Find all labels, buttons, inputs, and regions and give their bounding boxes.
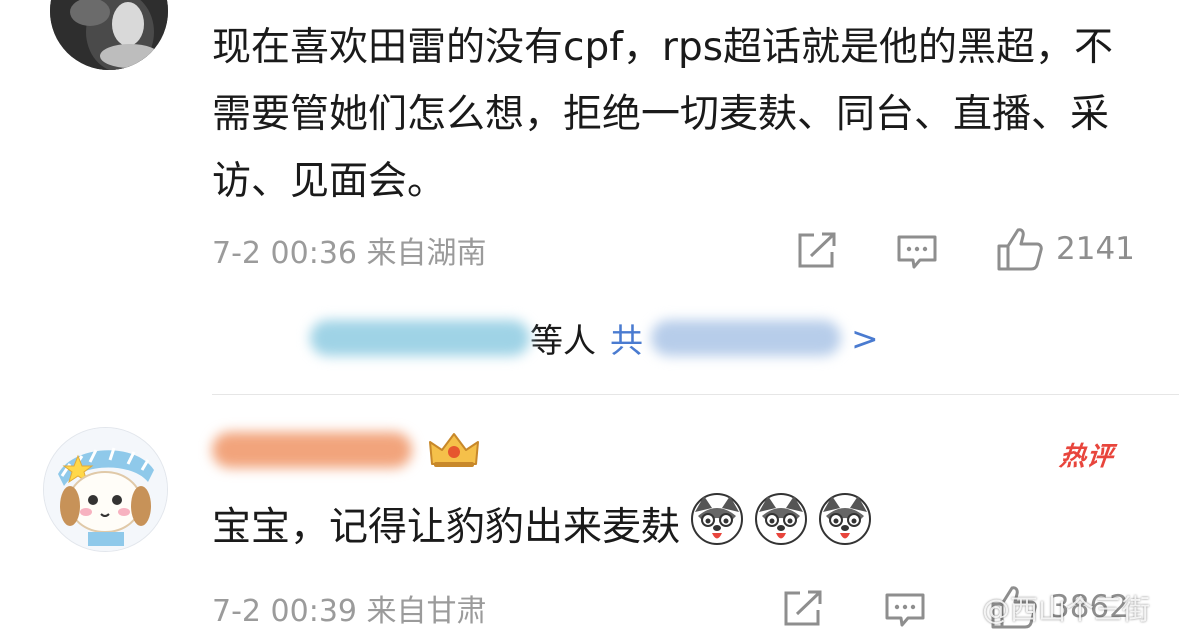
- replies-share-text: 共: [610, 321, 643, 360]
- replies-mid-text: 等人: [530, 321, 596, 360]
- hot-comment-badge: 热评: [1058, 442, 1116, 472]
- watermark: @西山个三街: [944, 588, 1150, 628]
- divider: [212, 394, 1179, 395]
- husky-emoji-icon: [754, 492, 808, 567]
- comment-button[interactable]: [896, 234, 938, 270]
- comment-text: 宝宝，记得让豹豹出来麦麸: [212, 505, 681, 550]
- blurred-reply-count: [651, 320, 841, 356]
- avatar[interactable]: [43, 427, 168, 552]
- like-count: 2141: [1056, 231, 1135, 267]
- husky-emoji-icon: [690, 492, 744, 567]
- comment-meta: 7-2 00:36 来自湖南: [212, 236, 487, 271]
- username-row[interactable]: [212, 430, 482, 470]
- crown-badge-icon: [429, 433, 479, 467]
- comment-meta: 7-2 00:39 来自甘肃: [212, 594, 487, 629]
- replies-link[interactable]: 等人 共 >: [310, 314, 879, 362]
- share-button[interactable]: [796, 232, 838, 270]
- share-icon: [784, 590, 822, 626]
- comment-button[interactable]: [884, 592, 926, 628]
- share-icon: [798, 232, 836, 268]
- thumbs-up-icon: [997, 228, 1043, 271]
- comment-icon: [897, 235, 937, 269]
- watermark-text: @西山个三街: [982, 593, 1151, 626]
- chevron-right-icon: >: [851, 318, 879, 358]
- share-button[interactable]: [782, 590, 824, 628]
- avatar-image: [44, 428, 167, 551]
- comment-text: 现在喜欢田雷的没有cpf，rps超话就是他的黑超，不需要管她们怎么想，拒绝一切麦…: [212, 25, 1114, 204]
- comment-icon: [885, 593, 925, 627]
- weibo-logo-icon: [944, 596, 977, 622]
- avatar[interactable]: [50, 0, 168, 70]
- like-button[interactable]: 2141: [996, 226, 1135, 272]
- comment-text-row: 宝宝，记得让豹豹出来麦麸: [212, 492, 1152, 567]
- avatar-image: [50, 0, 168, 70]
- husky-emoji-icon: [818, 492, 872, 567]
- blurred-username: [212, 432, 412, 468]
- blurred-usernames: [310, 320, 530, 356]
